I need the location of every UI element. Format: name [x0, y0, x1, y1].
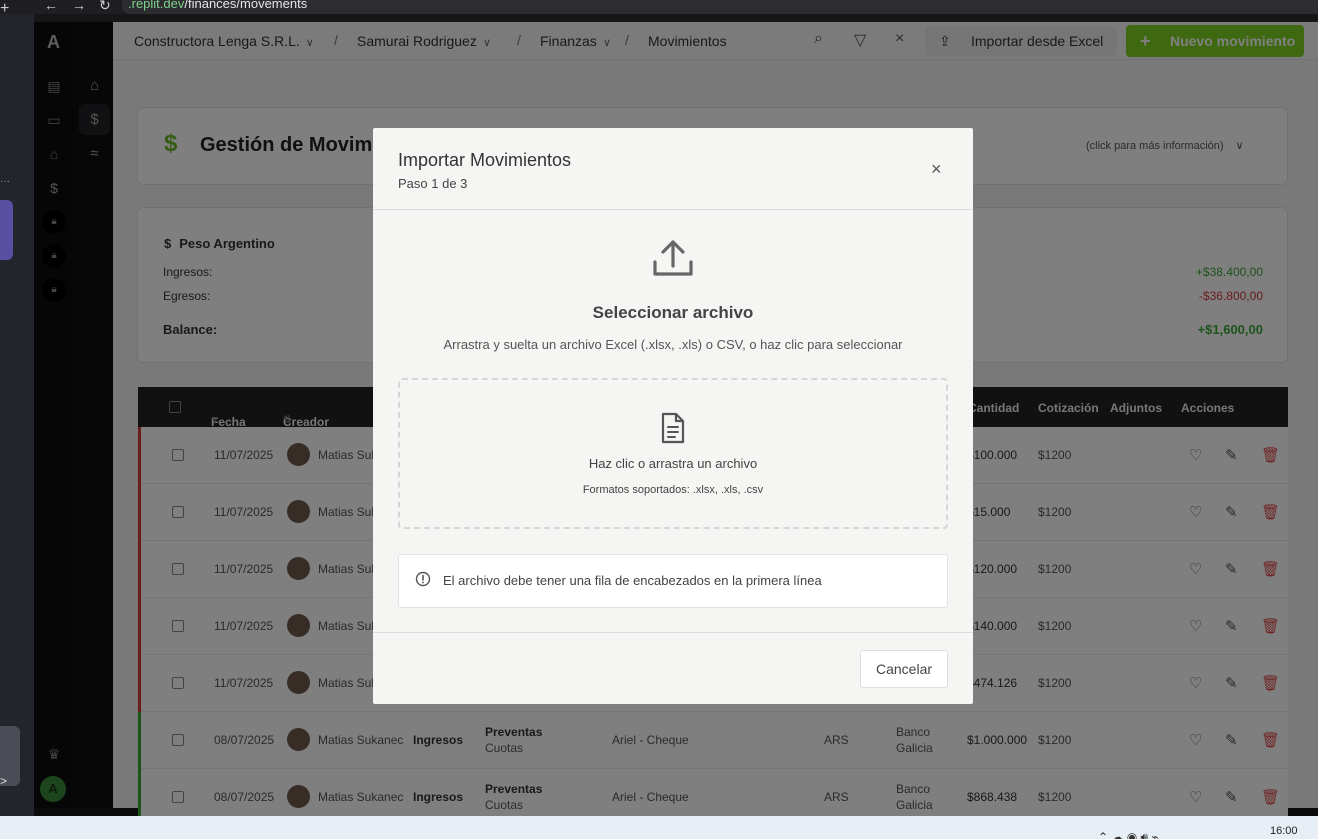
forward-button[interactable]: → — [72, 0, 86, 13]
file-dropzone[interactable]: Haz clic o arrastra un archivo Formatos … — [398, 378, 948, 529]
reload-button[interactable]: ↻ — [99, 0, 111, 14]
document-icon — [661, 412, 685, 444]
notice-text: El archivo debe tener una fila de encabe… — [443, 573, 822, 588]
upload-icon — [653, 240, 693, 276]
header-row-notice: El archivo debe tener una fila de encabe… — [398, 554, 948, 608]
modal-step: Paso 1 de 3 — [398, 176, 468, 191]
select-file-title: Seleccionar archivo — [592, 303, 754, 322]
more-icon[interactable]: ··· — [0, 176, 10, 187]
modal-title: Importar Movimientos — [398, 150, 572, 170]
dropzone-text: Haz clic o arrastra un archivo — [588, 456, 758, 471]
plus-icon[interactable]: + — [0, 0, 9, 18]
modal-header: Importar Movimientos Paso 1 de 3 × — [373, 128, 973, 210]
address-bar[interactable]: .replit.dev/finances/movements — [122, 0, 1318, 14]
clock[interactable]: 16:00 — [1270, 825, 1298, 837]
modal-footer: Cancelar — [373, 632, 973, 704]
url-domain: .replit.dev — [128, 0, 185, 11]
os-taskbar: ⌃ ☁ ◉ 🔊︎ ⌁ 16:00 — [0, 816, 1318, 839]
expand-arrow-icon[interactable]: > — [0, 774, 7, 788]
back-button[interactable]: ← — [44, 0, 58, 13]
browser-toolbar: ← → ↻ .replit.dev/finances/movements — [0, 0, 1318, 14]
active-tab-indicator[interactable] — [0, 200, 13, 260]
url-path: /finances/movements — [184, 0, 308, 11]
outer-sidebar: + ··· > — [0, 0, 34, 816]
supported-formats: Formatos soportados: .xlsx, .xls, .csv — [582, 484, 764, 496]
info-icon — [415, 571, 431, 587]
select-file-description: Arrastra y suelta un archivo Excel (.xls… — [443, 337, 903, 352]
import-modal: Importar Movimientos Paso 1 de 3 × Selec… — [373, 128, 973, 704]
cancel-button[interactable]: Cancelar — [860, 650, 948, 688]
close-button[interactable]: × — [931, 159, 942, 180]
system-tray-icons[interactable]: ⌃ ☁ ◉ 🔊︎ ⌁ — [1098, 830, 1159, 839]
